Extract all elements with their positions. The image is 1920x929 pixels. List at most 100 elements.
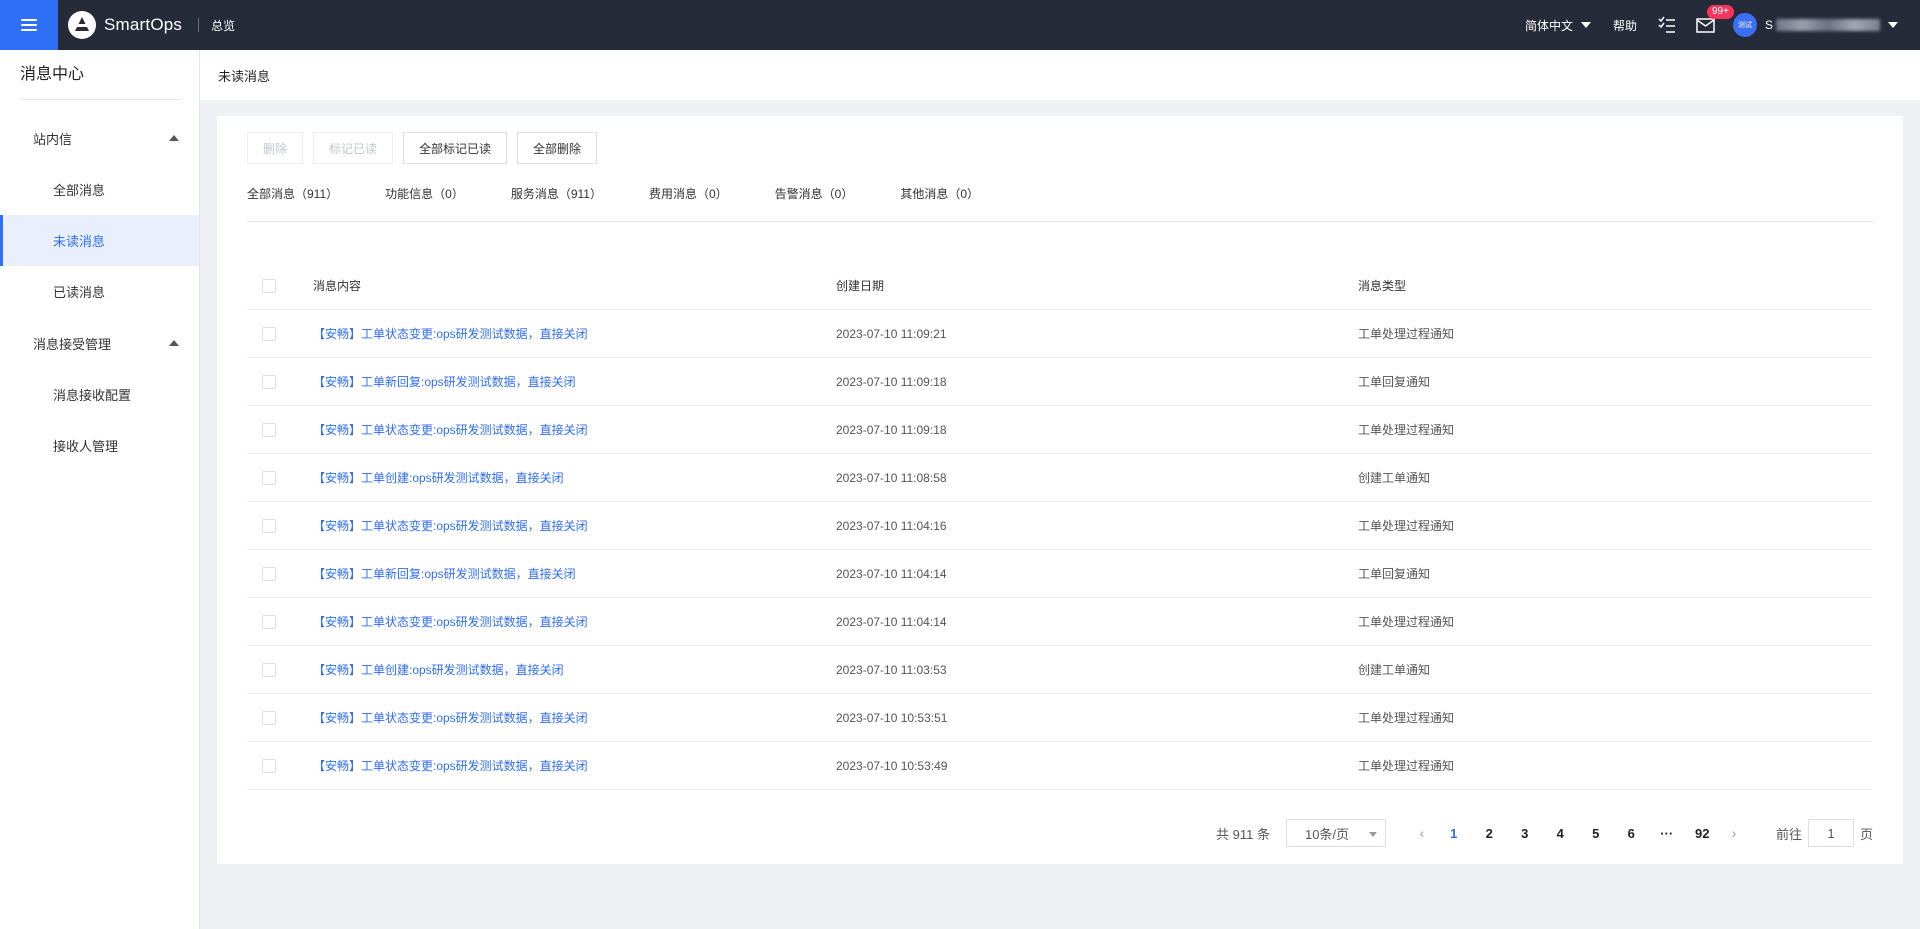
language-selector[interactable]: 简体中文 xyxy=(1525,17,1591,34)
row-checkbox[interactable] xyxy=(262,518,276,533)
sidebar-title: 消息中心 xyxy=(20,50,181,100)
messages-button[interactable]: 99+ xyxy=(1695,5,1734,35)
message-date: 2023-07-10 11:04:14 xyxy=(836,614,947,629)
overview-link[interactable]: 总览 xyxy=(211,17,235,34)
message-link[interactable]: 【安畅】工单状态变更:ops研发测试数据，直接关闭 xyxy=(313,423,588,437)
message-date: 2023-07-10 11:09:18 xyxy=(836,374,947,389)
sidebar-item-all[interactable]: 全部消息 xyxy=(0,164,199,215)
message-link[interactable]: 【安畅】工单创建:ops研发测试数据，直接关闭 xyxy=(313,471,564,485)
page-number[interactable]: 92 xyxy=(1684,826,1720,841)
mark-all-read-button[interactable]: 全部标记已读 xyxy=(403,132,508,164)
goto-label: 前往 xyxy=(1775,826,1802,842)
message-link[interactable]: 【安畅】工单创建:ops研发测试数据，直接关闭 xyxy=(313,663,564,677)
goto-page: 前往 1 页 xyxy=(1776,819,1873,847)
message-date: 2023-07-10 11:04:16 xyxy=(836,518,947,533)
sidebar-item-read[interactable]: 已读消息 xyxy=(0,266,199,317)
message-link[interactable]: 【安畅】工单状态变更:ops研发测试数据，直接关闭 xyxy=(313,615,588,629)
task-list-icon[interactable] xyxy=(1657,15,1677,35)
tab-all[interactable]: 全部消息（911） xyxy=(247,184,338,221)
column-header-type: 消息类型 xyxy=(1358,279,1407,293)
page-number[interactable]: 6 xyxy=(1613,826,1649,841)
chevron-up-icon xyxy=(169,135,179,141)
delete-button[interactable]: 删除 xyxy=(247,132,304,164)
row-checkbox[interactable] xyxy=(262,422,276,437)
next-page-icon[interactable]: › xyxy=(1720,825,1748,841)
table-header: 消息内容 创建日期 消息类型 xyxy=(247,262,1871,310)
row-checkbox[interactable] xyxy=(262,326,276,341)
message-type: 工单处理过程通知 xyxy=(1358,615,1455,629)
tab-other[interactable]: 其他消息（0） xyxy=(900,184,979,221)
table-row: 【安畅】工单创建:ops研发测试数据，直接关闭 2023-07-10 11:03… xyxy=(247,646,1871,694)
table-row: 【安畅】工单状态变更:ops研发测试数据，直接关闭 2023-07-10 10:… xyxy=(247,694,1871,742)
table-row: 【安畅】工单状态变更:ops研发测试数据，直接关闭 2023-07-10 10:… xyxy=(247,742,1871,790)
tab-service[interactable]: 服务消息（911） xyxy=(511,184,602,221)
message-table: 消息内容 创建日期 消息类型 【安畅】工单状态变更:ops研发测试数据，直接关闭… xyxy=(247,262,1871,790)
tab-billing[interactable]: 费用消息（0） xyxy=(649,184,728,221)
select-all-checkbox[interactable] xyxy=(262,278,276,293)
logo[interactable]: SmartOps xyxy=(68,11,182,39)
sidebar-item-unread[interactable]: 未读消息 xyxy=(0,215,199,266)
message-type: 创建工单通知 xyxy=(1358,471,1431,485)
mark-read-button[interactable]: 标记已读 xyxy=(313,132,394,164)
mail-count-badge: 99+ xyxy=(1706,5,1734,19)
row-checkbox[interactable] xyxy=(262,566,276,581)
column-header-content: 消息内容 xyxy=(313,279,362,293)
message-date: 2023-07-10 11:04:14 xyxy=(836,566,947,581)
page-number[interactable]: 4 xyxy=(1542,826,1578,841)
page-number[interactable]: 1 xyxy=(1436,826,1472,841)
message-date: 2023-07-10 10:53:49 xyxy=(836,758,948,773)
page-unit-label: 页 xyxy=(1859,826,1873,842)
column-header-date: 创建日期 xyxy=(836,279,885,293)
row-checkbox[interactable] xyxy=(262,758,276,773)
sidebar-group-receive-management[interactable]: 消息接受管理 xyxy=(0,317,199,369)
message-link[interactable]: 【安畅】工单状态变更:ops研发测试数据，直接关闭 xyxy=(313,759,588,773)
row-checkbox[interactable] xyxy=(262,374,276,389)
chevron-down-icon xyxy=(1888,22,1898,28)
top-right-actions: 简体中文 帮助 99+ 测试 S xyxy=(1525,0,1920,50)
message-date: 2023-07-10 11:03:53 xyxy=(836,662,947,677)
table-row: 【安畅】工单新回复:ops研发测试数据，直接关闭 2023-07-10 11:0… xyxy=(247,358,1871,406)
row-checkbox[interactable] xyxy=(262,710,276,725)
message-link[interactable]: 【安畅】工单状态变更:ops研发测试数据，直接关闭 xyxy=(313,519,588,533)
chevron-down-icon xyxy=(1368,832,1377,837)
sidebar-group-label: 消息接受管理 xyxy=(33,336,112,352)
menu-toggle-button[interactable] xyxy=(0,0,58,50)
sidebar: 消息中心 站内信 全部消息 未读消息 已读消息 消息接受管理 消息接收配置 接收… xyxy=(0,50,200,929)
sidebar-item-receivers[interactable]: 接收人管理 xyxy=(0,420,199,471)
avatar[interactable]: 测试 xyxy=(1732,13,1757,37)
row-checkbox[interactable] xyxy=(262,470,276,485)
tab-feature[interactable]: 功能信息（0） xyxy=(385,184,464,221)
row-checkbox[interactable] xyxy=(262,614,276,629)
more-pages-icon[interactable]: ··· xyxy=(1649,826,1685,841)
row-checkbox[interactable] xyxy=(262,662,276,677)
page-number[interactable]: 3 xyxy=(1507,826,1543,841)
delete-all-button[interactable]: 全部删除 xyxy=(517,132,598,164)
language-label: 简体中文 xyxy=(1524,18,1573,33)
prev-page-icon[interactable]: ‹ xyxy=(1408,825,1436,841)
page-number[interactable]: 5 xyxy=(1578,826,1614,841)
message-type: 工单处理过程通知 xyxy=(1358,711,1455,725)
message-link[interactable]: 【安畅】工单状态变更:ops研发测试数据，直接关闭 xyxy=(313,327,588,341)
pagination: 共 911 条 10条/页 ‹ 1 2 3 4 5 6 ··· 92 › 前往 … xyxy=(1216,819,1873,847)
message-link[interactable]: 【安畅】工单新回复:ops研发测试数据，直接关闭 xyxy=(313,567,576,581)
message-tabs: 全部消息（911） 功能信息（0） 服务消息（911） 费用消息（0） 告警消息… xyxy=(247,184,1874,222)
sidebar-group-inbox[interactable]: 站内信 xyxy=(0,112,199,164)
user-menu[interactable]: S xyxy=(1765,18,1898,32)
message-panel: 删除 标记已读 全部标记已读 全部删除 全部消息（911） 功能信息（0） 服务… xyxy=(217,116,1903,864)
page-number[interactable]: 2 xyxy=(1471,826,1507,841)
sidebar-item-receive-config[interactable]: 消息接收配置 xyxy=(0,369,199,420)
table-row: 【安畅】工单新回复:ops研发测试数据，直接关闭 2023-07-10 11:0… xyxy=(247,550,1871,598)
total-count: 共 911 条 xyxy=(1216,826,1270,842)
hamburger-icon xyxy=(21,19,37,31)
message-link[interactable]: 【安畅】工单新回复:ops研发测试数据，直接关闭 xyxy=(313,375,576,389)
tab-alert[interactable]: 告警消息（0） xyxy=(775,184,854,221)
table-row: 【安畅】工单状态变更:ops研发测试数据，直接关闭 2023-07-10 11:… xyxy=(247,406,1871,454)
message-date: 2023-07-10 11:09:18 xyxy=(836,422,947,437)
goto-page-input[interactable]: 1 xyxy=(1807,819,1854,847)
logo-text: SmartOps xyxy=(104,15,183,34)
message-date: 2023-07-10 11:09:21 xyxy=(836,326,947,341)
page-size-select[interactable]: 10条/页 xyxy=(1285,819,1386,847)
message-link[interactable]: 【安畅】工单状态变更:ops研发测试数据，直接关闭 xyxy=(313,711,588,725)
help-link[interactable]: 帮助 xyxy=(1613,17,1637,34)
message-type: 工单处理过程通知 xyxy=(1358,759,1455,773)
